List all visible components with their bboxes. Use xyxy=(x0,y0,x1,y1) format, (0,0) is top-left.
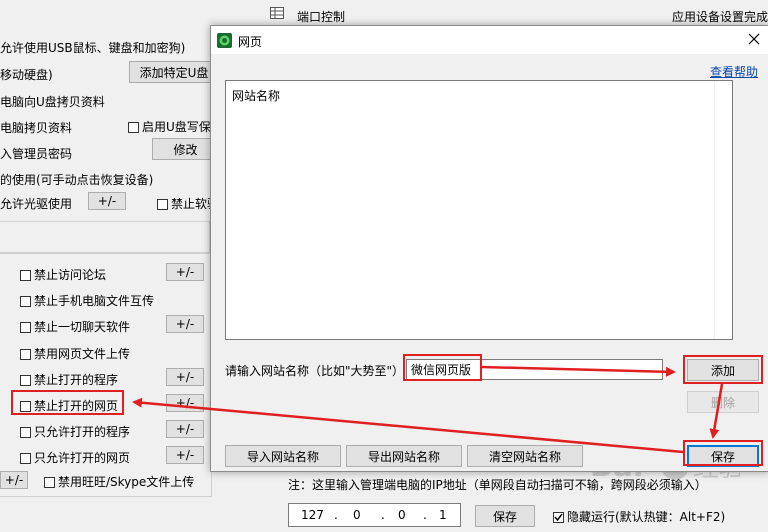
add-usb-button[interactable]: 添加特定U盘 xyxy=(129,61,219,83)
block-item-checkbox[interactable]: 只允许打开的程序 xyxy=(20,423,130,440)
checkbox-box[interactable] xyxy=(20,270,31,281)
ip-dot: . xyxy=(423,508,427,522)
site-listbox[interactable]: 网站名称 xyxy=(225,80,733,340)
block-item-label: 只允许打开的程序 xyxy=(34,425,131,439)
ip-octet-1[interactable]: 127 xyxy=(301,508,324,522)
copy-from-pc-text: 电脑拷贝资料 xyxy=(0,121,73,135)
pc-to-usb-text: 电脑向U盘拷贝资料 xyxy=(0,95,105,109)
site-name-input[interactable] xyxy=(406,359,663,380)
block-item-checkbox[interactable]: 禁止打开的程序 xyxy=(20,371,118,388)
ip-save-button[interactable]: 保存 xyxy=(475,505,535,527)
checkbox-box[interactable] xyxy=(20,427,31,438)
optical-plusminus-button[interactable]: +/- xyxy=(88,192,126,210)
mobile-disk-text: 移动硬盘) xyxy=(0,68,53,82)
checkbox-box[interactable] xyxy=(20,375,31,386)
block-item-checkbox[interactable]: 禁止访问论坛 xyxy=(20,266,106,283)
block-item-plusminus-button[interactable]: +/- xyxy=(166,394,204,412)
block-item-label: 禁止访问论坛 xyxy=(34,268,107,282)
bottom-plusminus-button[interactable]: +/- xyxy=(0,471,28,489)
hide-run-label: 隐藏运行(默认热键：Alt+F2) xyxy=(567,510,726,524)
checkbox-box[interactable] xyxy=(20,453,31,464)
export-button[interactable]: 导出网站名称 xyxy=(346,445,462,467)
checkbox-box[interactable] xyxy=(20,401,31,412)
checkbox-box[interactable] xyxy=(157,199,168,210)
enable-usb-write-label: 启用U盘写保 xyxy=(142,120,211,134)
wangwang-label: 禁用旺旺/Skype文件上传 xyxy=(58,475,195,489)
dialog-save-button[interactable]: 保存 xyxy=(687,445,759,467)
block-item-label: 禁止打开的网页 xyxy=(34,399,119,413)
dialog-titlebar[interactable]: 网页 xyxy=(211,26,768,54)
block-item-label: 禁用网页文件上传 xyxy=(34,347,131,361)
status-text: 应用设备设置完成 xyxy=(672,10,768,24)
wangwang-checkbox[interactable]: 禁用旺旺/Skype文件上传 xyxy=(44,473,194,490)
clear-button[interactable]: 清空网站名称 xyxy=(467,445,583,467)
checkbox-box[interactable] xyxy=(128,122,139,133)
list-scrollbar[interactable] xyxy=(714,81,732,339)
ip-octet-3[interactable]: 0 xyxy=(398,508,406,522)
block-item-plusminus-button[interactable]: +/- xyxy=(166,446,204,464)
import-button[interactable]: 导入网站名称 xyxy=(225,445,341,467)
add-button[interactable]: 添加 xyxy=(687,359,759,381)
block-item-label: 只允许打开的网页 xyxy=(34,451,131,465)
ip-dot: . xyxy=(334,508,338,522)
ip-dot: . xyxy=(381,508,385,522)
allow-optical-text: 允许光驱使用 xyxy=(0,197,73,211)
dialog-title: 网页 xyxy=(238,35,263,49)
checkbox-box[interactable] xyxy=(20,322,31,333)
block-item-checkbox[interactable]: 禁止手机电脑文件互传 xyxy=(20,292,154,309)
block-item-checkbox[interactable]: 禁用网页文件上传 xyxy=(20,345,130,362)
menu-port-control[interactable]: 端口控制 xyxy=(297,8,345,25)
web-dialog: 网页 查看帮助 网站名称 请输入网站名称（比如"大势至"） 添加 删除 导入网站… xyxy=(210,25,768,472)
app-icon xyxy=(217,33,232,48)
modify-button[interactable]: 修改 xyxy=(152,138,219,160)
block-item-plusminus-button[interactable]: +/- xyxy=(166,263,204,281)
hide-run-checkbox[interactable]: 隐藏运行(默认热键：Alt+F2) xyxy=(553,508,725,525)
block-item-label: 禁止打开的程序 xyxy=(34,373,119,387)
block-item-checkbox[interactable]: 只允许打开的网页 xyxy=(20,449,130,466)
grid-icon xyxy=(270,7,284,19)
checkbox-box[interactable] xyxy=(553,512,564,523)
checkbox-box[interactable] xyxy=(20,296,31,307)
admin-password-text: 入管理员密码 xyxy=(0,147,73,161)
block-item-plusminus-button[interactable]: +/- xyxy=(166,368,204,386)
help-link[interactable]: 查看帮助 xyxy=(710,63,758,80)
list-header: 网站名称 xyxy=(232,89,281,103)
ip-octet-2[interactable]: 0 xyxy=(353,508,361,522)
checkbox-box[interactable] xyxy=(20,349,31,360)
block-item-plusminus-button[interactable]: +/- xyxy=(166,420,204,438)
close-icon[interactable] xyxy=(746,31,762,47)
input-label: 请输入网站名称（比如"大势至"） xyxy=(225,364,405,378)
ip-octet-4[interactable]: 1 xyxy=(439,508,447,522)
enable-usb-write-checkbox[interactable]: 启用U盘写保 xyxy=(128,118,211,135)
block-item-checkbox[interactable]: 禁止打开的网页 xyxy=(20,397,118,414)
block-item-label: 禁止一切聊天软件 xyxy=(34,320,131,334)
manual-restore-text: 的使用(可手动点击恢复设备) xyxy=(0,173,154,187)
delete-button[interactable]: 删除 xyxy=(687,391,759,413)
block-item-label: 禁止手机电脑文件互传 xyxy=(34,294,155,308)
group-panel-upper xyxy=(0,221,210,253)
checkbox-box[interactable] xyxy=(44,477,55,488)
usb-allow-text: 允许使用USB鼠标、键盘和加密狗) xyxy=(0,41,186,55)
ip-input[interactable]: 127 . 0 . 0 . 1 xyxy=(288,503,461,527)
block-item-plusminus-button[interactable]: +/- xyxy=(166,315,204,333)
block-item-checkbox[interactable]: 禁止一切聊天软件 xyxy=(20,318,130,335)
